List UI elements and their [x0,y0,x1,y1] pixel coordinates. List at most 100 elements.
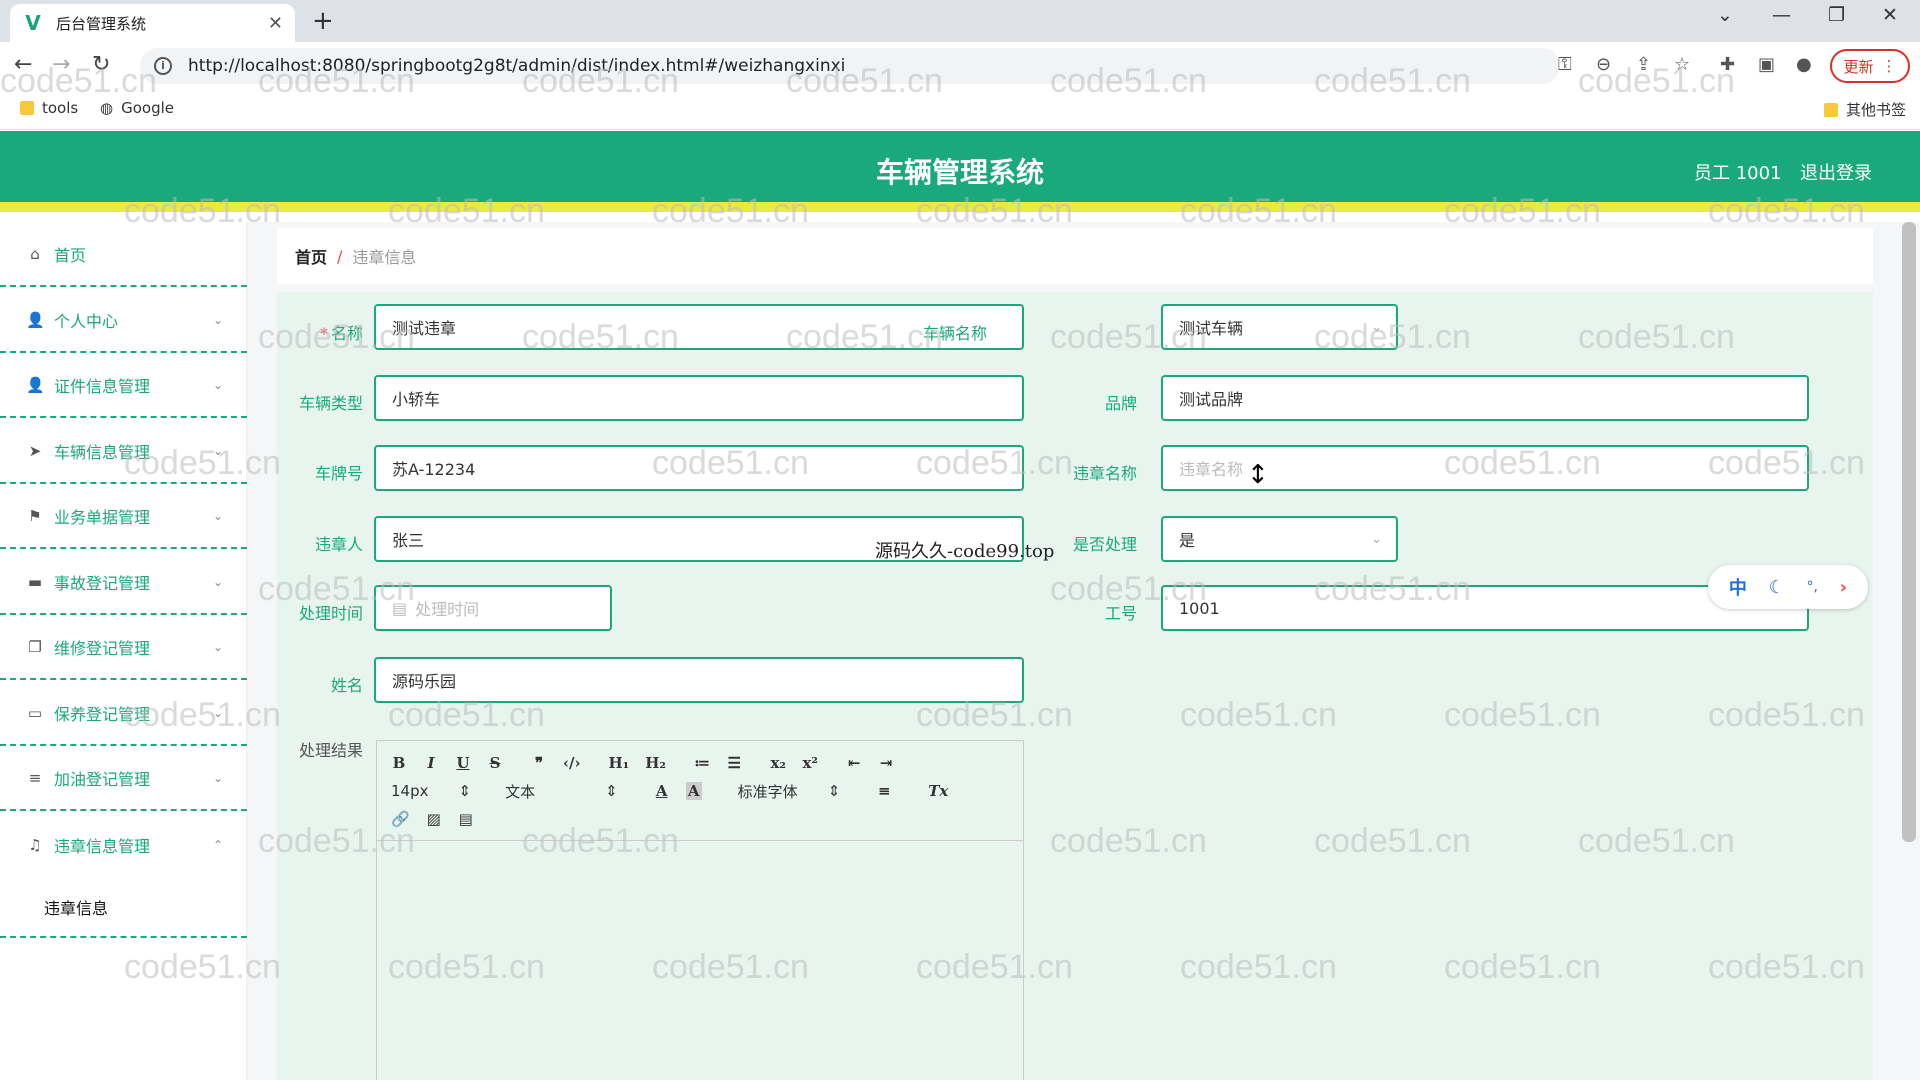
plate-input[interactable]: 苏A-12234 [374,445,1024,491]
vehicle-name-select[interactable]: 测试车辆 ⌄ [1161,304,1398,350]
sidebar-item-label: 违章信息管理 [54,836,151,856]
name-label: * 名称 [319,324,363,343]
minimize-icon[interactable]: — [1772,4,1791,26]
superscript-icon[interactable]: x² [802,754,818,772]
page-scrollbar[interactable] [1902,222,1916,842]
bullet-list-icon[interactable]: ☰ [726,754,742,772]
car-icon: ▬ [27,572,43,591]
url-field[interactable]: i http://localhost:8080/springbootg2g8t/… [140,48,1560,84]
chat-icon: ▭ [27,703,43,722]
more-icon: ⋮ [1881,57,1897,75]
h1-icon[interactable]: H₁ [608,754,629,772]
share-icon[interactable]: ⇪ [1636,54,1651,75]
close-window-icon[interactable]: ✕ [1882,4,1898,26]
chevron-down-icon: ⌄ [212,574,223,589]
copy-icon: ❐ [28,637,42,656]
update-button[interactable]: 更新 ⋮ [1830,49,1910,83]
bold-icon[interactable]: B [391,754,407,772]
subscript-icon[interactable]: x₂ [770,754,786,772]
bookmarks-bar: tools ◍ Google 其他书签 [0,90,1920,130]
breadcrumb-current: 违章信息 [352,248,417,267]
key-icon[interactable]: ⚿ [1558,54,1572,75]
handled-value: 是 [1179,531,1196,550]
tab-search-icon[interactable]: ⌄ [1717,4,1733,26]
center-watermark: 源码久久-code99.top [875,541,1055,562]
sidebar-item-fuel[interactable]: ≡ 加油登记管理 ⌄ [0,746,247,811]
background-color-icon[interactable]: A [685,782,702,800]
vehicle-type-input[interactable]: 小轿车 [374,375,1024,421]
chevron-down-icon: ⌄ [212,312,223,327]
sidebar-item-home[interactable]: ⌂ 首页 [0,222,247,287]
sidebar-subitem-violation-info[interactable]: 违章信息 [0,878,247,938]
brand-input[interactable]: 测试品牌 [1161,375,1809,421]
sidebar-item-documents[interactable]: ⚑ 业务单据管理 ⌄ [0,484,247,549]
video-icon[interactable]: ▤ [458,810,474,828]
ordered-list-icon[interactable]: ≔ [694,754,710,772]
breadcrumb-home[interactable]: 首页 [295,244,327,268]
sidebar-item-accidents[interactable]: ▬ 事故登记管理 ⌄ [0,550,247,615]
font-family-select[interactable]: 标准字体 ⇕ [738,781,841,802]
strikethrough-icon[interactable]: S [487,754,503,772]
restore-icon[interactable]: ❐ [1828,4,1845,26]
align-icon[interactable]: ≡ [876,782,892,800]
font-size-select[interactable]: 14px ⇕ [391,782,471,800]
chevron-right-icon[interactable]: › [1840,577,1847,598]
star-icon[interactable]: ☆ [1674,54,1690,75]
other-bookmarks[interactable]: 其他书签 [1824,99,1906,120]
calendar-icon: ▤ [392,598,408,618]
code-icon[interactable]: ‹/› [563,754,580,772]
underline-icon[interactable]: U [455,754,471,772]
browser-tab[interactable]: V 后台管理系统 ✕ [10,4,295,42]
sidebar-item-maintenance[interactable]: ▭ 保养登记管理 ⌄ [0,681,247,746]
chinese-input-icon[interactable]: 中 [1729,574,1747,600]
profile-icon[interactable]: ● [1796,54,1812,75]
reload-icon[interactable]: ↻ [92,52,110,77]
link-icon[interactable]: 🔗 [391,810,410,828]
clear-format-icon[interactable]: Tx [928,782,948,800]
extensions-icon[interactable]: ✚ [1720,54,1735,75]
punctuation-icon[interactable]: °, [1806,579,1817,595]
bookmark-tools[interactable]: tools [20,99,78,117]
bookmark-label: 其他书签 [1846,101,1907,119]
forward-icon[interactable]: → [52,52,70,77]
back-icon[interactable]: ← [14,52,32,77]
font-color-icon[interactable]: A [654,782,670,800]
sidebar-item-vehicles[interactable]: ➤ 车辆信息管理 ⌄ [0,419,247,484]
outdent-icon[interactable]: ⇤ [846,754,862,772]
chevron-down-icon: ⌄ [212,443,223,458]
bookmark-google[interactable]: ◍ Google [100,99,174,117]
new-tab-icon[interactable]: + [312,6,334,36]
handled-select[interactable]: 是 ⌄ [1161,516,1398,562]
sidebar-item-certificates[interactable]: 👤 证件信息管理 ⌄ [0,353,247,418]
blockquote-icon[interactable]: ❞ [531,754,547,772]
zoom-icon[interactable]: ⊖ [1596,54,1611,75]
sidebar-item-profile[interactable]: 👤 个人中心 ⌄ [0,288,247,353]
address-bar: ← → ↻ i http://localhost:8080/springboot… [0,42,1920,90]
bookmark-label: Google [121,99,174,117]
paragraph-value: 文本 [505,782,536,801]
logout-link[interactable]: 退出登录 [1800,159,1872,185]
image-icon[interactable]: ▨ [426,810,442,828]
tab-close-icon[interactable]: ✕ [268,13,283,34]
paragraph-select[interactable]: 文本 ⇕ [505,781,618,802]
sidebar-item-label: 加油登记管理 [54,769,151,789]
result-editor[interactable]: B I U S ❞ ‹/› H₁ H₂ ≔ ☰ x₂ x² ⇤ ⇥ 14px ⇕… [376,740,1024,1080]
sidebar-item-repairs[interactable]: ❐ 维修登记管理 ⌄ [0,615,247,680]
breadcrumb-separator: / [337,246,343,266]
violation-name-label: 违章名称 [1072,464,1137,483]
ime-toolbar[interactable]: 中 ☾ °, › [1708,565,1868,609]
indent-icon[interactable]: ⇥ [878,754,894,772]
browser-tab-bar: V 后台管理系统 ✕ + ⌄ — ❐ ✕ [0,0,1920,42]
handle-time-picker[interactable]: ▤ 处理时间 [374,585,612,631]
app-header: 车辆管理系统 员工 1001 退出登录 [0,131,1920,212]
font-family-value: 标准字体 [737,782,798,801]
sidebar-item-violations[interactable]: ♫ 违章信息管理 ⌃ [0,812,247,877]
result-label: 处理结果 [298,741,363,760]
person-name-input[interactable]: 源码乐园 [374,657,1024,703]
site-info-icon[interactable]: i [154,57,172,75]
h2-icon[interactable]: H₂ [645,754,666,772]
moon-icon[interactable]: ☾ [1769,577,1785,598]
brand-label: 品牌 [1104,394,1137,413]
italic-icon[interactable]: I [423,754,439,772]
sidepanel-icon[interactable]: ▣ [1758,54,1775,75]
